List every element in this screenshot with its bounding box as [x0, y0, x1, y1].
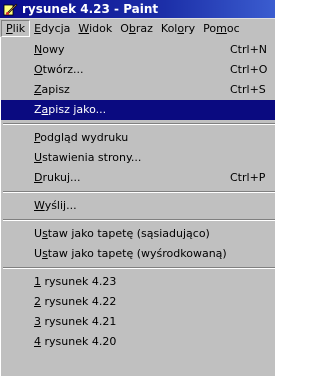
- menu-item-label: Podgląd wydruku: [34, 131, 129, 144]
- menu-item-shortcut: Ctrl+P: [230, 171, 266, 184]
- menu-item-wyslij[interactable]: Wyślij...: [1, 196, 275, 216]
- menu-item-label: Ustawienia strony...: [34, 151, 142, 164]
- menu-item-tapeta-wysrodkowana[interactable]: Ustaw jako tapetę (wyśrodkowaną): [1, 244, 275, 264]
- menu-item-tapeta-sasiadujaco[interactable]: Ustaw jako tapetę (sąsiadująco): [1, 224, 275, 244]
- menu-item-zapisz-jako[interactable]: Zapisz jako...: [1, 100, 275, 120]
- menu-separator: [1, 216, 275, 224]
- menu-item-label: 2 rysunek 4.22: [34, 295, 117, 308]
- menu-bar: Plik Edycja Widok Obraz Kolory Pomoc: [0, 18, 275, 37]
- menu-item-label: Otwórz...: [34, 63, 84, 76]
- menu-separator: [1, 188, 275, 196]
- menu-item-label: Ustaw jako tapetę (wyśrodkowaną): [34, 247, 227, 260]
- menu-item-zapisz[interactable]: Zapisz Ctrl+S: [1, 80, 275, 100]
- menu-widok[interactable]: Widok: [74, 20, 116, 37]
- menu-pomoc[interactable]: Pomoc: [199, 20, 243, 37]
- menu-item-label: 4 rysunek 4.20: [34, 335, 117, 348]
- paint-icon[interactable]: [3, 2, 18, 17]
- menu-kolory[interactable]: Kolory: [157, 20, 199, 37]
- menu-item-recent-3[interactable]: 3 rysunek 4.21: [1, 312, 275, 332]
- menu-item-label: Ustaw jako tapetę (sąsiadująco): [34, 227, 210, 240]
- window-title: rysunek 4.23 - Paint: [22, 2, 159, 16]
- menu-item-label: Zapisz jako...: [34, 103, 107, 116]
- menu-item-label: Zapisz: [34, 83, 70, 96]
- menu-item-recent-4[interactable]: 4 rysunek 4.20: [1, 332, 275, 352]
- menu-item-drukuj[interactable]: Drukuj... Ctrl+P: [1, 168, 275, 188]
- menu-item-podglad-wydruku[interactable]: Podgląd wydruku: [1, 128, 275, 148]
- menu-item-shortcut: Ctrl+N: [230, 43, 268, 56]
- menu-edycja[interactable]: Edycja: [30, 20, 74, 37]
- file-menu-dropdown: Nowy Ctrl+N Otwórz... Ctrl+O Zapisz Ctrl+S Zap…: [0, 37, 275, 376]
- title-bar[interactable]: rysunek 4.23 - Paint: [0, 0, 275, 18]
- menu-item-shortcut: Ctrl+O: [230, 63, 268, 76]
- menu-item-ustawienia-strony[interactable]: Ustawienia strony...: [1, 148, 275, 168]
- menu-obraz[interactable]: Obraz: [116, 20, 157, 37]
- menu-plik[interactable]: Plik: [1, 19, 31, 37]
- menu-item-recent-1[interactable]: 1 rysunek 4.23: [1, 272, 275, 292]
- menu-item-nowy[interactable]: Nowy Ctrl+N: [1, 40, 275, 60]
- menu-item-label: 3 rysunek 4.21: [34, 315, 117, 328]
- menu-separator: [1, 120, 275, 128]
- menu-item-label: Nowy: [34, 43, 65, 56]
- menu-item-label: 1 rysunek 4.23: [34, 275, 117, 288]
- menu-item-shortcut: Ctrl+S: [230, 83, 266, 96]
- menu-separator: [1, 264, 275, 272]
- menu-item-otworz[interactable]: Otwórz... Ctrl+O: [1, 60, 275, 80]
- menu-item-label: Wyślij...: [34, 199, 77, 212]
- menu-item-label: Drukuj...: [34, 171, 81, 184]
- menu-item-recent-2[interactable]: 2 rysunek 4.22: [1, 292, 275, 312]
